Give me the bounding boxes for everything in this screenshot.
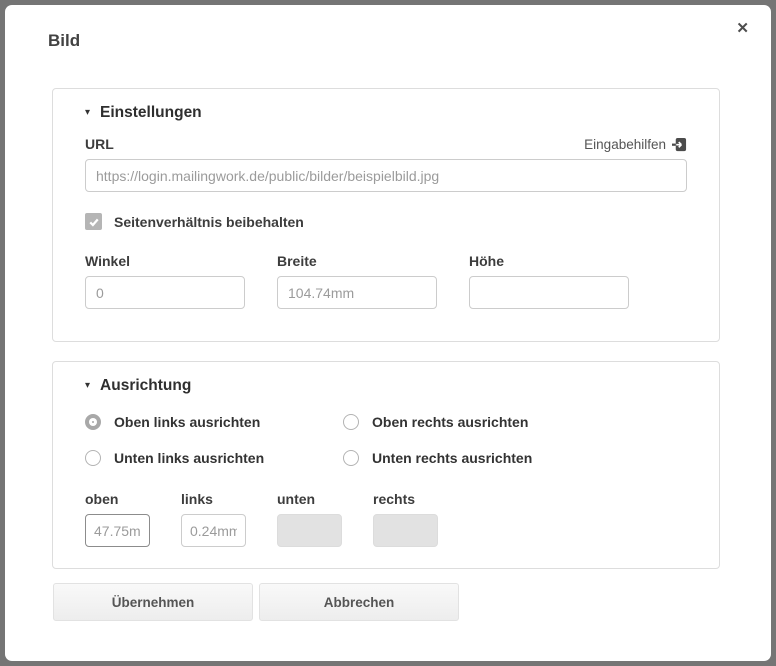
radio-label: Unten rechts ausrichten	[372, 450, 532, 466]
chevron-down-icon: ▾	[85, 108, 90, 118]
dialog-title: Bild	[48, 31, 80, 51]
breite-input[interactable]	[277, 276, 437, 309]
unten-label: unten	[277, 491, 342, 507]
aspect-ratio-checkbox-row[interactable]: Seitenverhältnis beibehalten	[85, 213, 687, 230]
winkel-label: Winkel	[85, 253, 245, 269]
hoehe-label: Höhe	[469, 253, 629, 269]
apply-button[interactable]: Übernehmen	[53, 583, 253, 621]
links-label: links	[181, 491, 246, 507]
rechts-field: rechts	[373, 491, 438, 547]
radio-button-icon[interactable]	[343, 450, 359, 466]
insert-placeholder-icon	[672, 137, 687, 152]
dimension-fields-row: Winkel Breite Höhe	[85, 253, 687, 309]
ausrichtung-section-toggle[interactable]: ▾ Ausrichtung	[85, 377, 687, 395]
radio-button-icon[interactable]	[85, 450, 101, 466]
url-input[interactable]	[85, 159, 687, 192]
radio-unten-links[interactable]: Unten links ausrichten	[85, 450, 343, 466]
aspect-ratio-label: Seitenverhältnis beibehalten	[114, 214, 304, 230]
dialog-footer: Übernehmen Abbrechen	[53, 583, 459, 621]
radio-label: Oben rechts ausrichten	[372, 414, 528, 430]
url-row: URL Eingabehilfen	[85, 136, 687, 152]
eingabehilfen-label: Eingabehilfen	[584, 137, 666, 152]
alignment-radio-group: Oben links ausrichten Oben rechts ausric…	[85, 414, 687, 466]
radio-button-icon[interactable]	[85, 414, 101, 430]
oben-label: oben	[85, 491, 150, 507]
breite-field: Breite	[277, 253, 437, 309]
radio-label: Unten links ausrichten	[114, 450, 264, 466]
bild-dialog: Bild ✕ ▾ Einstellungen URL Eingabehilfen	[5, 5, 771, 661]
radio-oben-rechts[interactable]: Oben rechts ausrichten	[343, 414, 687, 430]
hoehe-field: Höhe	[469, 253, 629, 309]
links-field: links	[181, 491, 246, 547]
eingabehilfen-link[interactable]: Eingabehilfen	[584, 137, 687, 152]
rechts-input	[373, 514, 438, 547]
cancel-button[interactable]: Abbrechen	[259, 583, 459, 621]
ausrichtung-section: ▾ Ausrichtung Oben links ausrichten Oben…	[52, 361, 720, 569]
ausrichtung-section-title: Ausrichtung	[100, 377, 191, 395]
chevron-down-icon: ▾	[85, 381, 90, 391]
einstellungen-section-toggle[interactable]: ▾ Einstellungen	[85, 104, 687, 122]
radio-oben-links[interactable]: Oben links ausrichten	[85, 414, 343, 430]
url-label: URL	[85, 136, 114, 152]
winkel-field: Winkel	[85, 253, 245, 309]
offset-fields-row: oben links unten rechts	[85, 491, 687, 547]
radio-button-icon[interactable]	[343, 414, 359, 430]
einstellungen-section: ▾ Einstellungen URL Eingabehilfen	[52, 88, 720, 342]
aspect-ratio-checkbox[interactable]	[85, 213, 102, 230]
winkel-input[interactable]	[85, 276, 245, 309]
radio-label: Oben links ausrichten	[114, 414, 260, 430]
oben-field: oben	[85, 491, 150, 547]
links-input[interactable]	[181, 514, 246, 547]
unten-field: unten	[277, 491, 342, 547]
hoehe-input[interactable]	[469, 276, 629, 309]
breite-label: Breite	[277, 253, 437, 269]
close-icon[interactable]: ✕	[736, 21, 749, 36]
check-icon	[88, 216, 100, 228]
unten-input	[277, 514, 342, 547]
radio-unten-rechts[interactable]: Unten rechts ausrichten	[343, 450, 687, 466]
einstellungen-section-title: Einstellungen	[100, 104, 202, 122]
rechts-label: rechts	[373, 491, 438, 507]
oben-input[interactable]	[85, 514, 150, 547]
